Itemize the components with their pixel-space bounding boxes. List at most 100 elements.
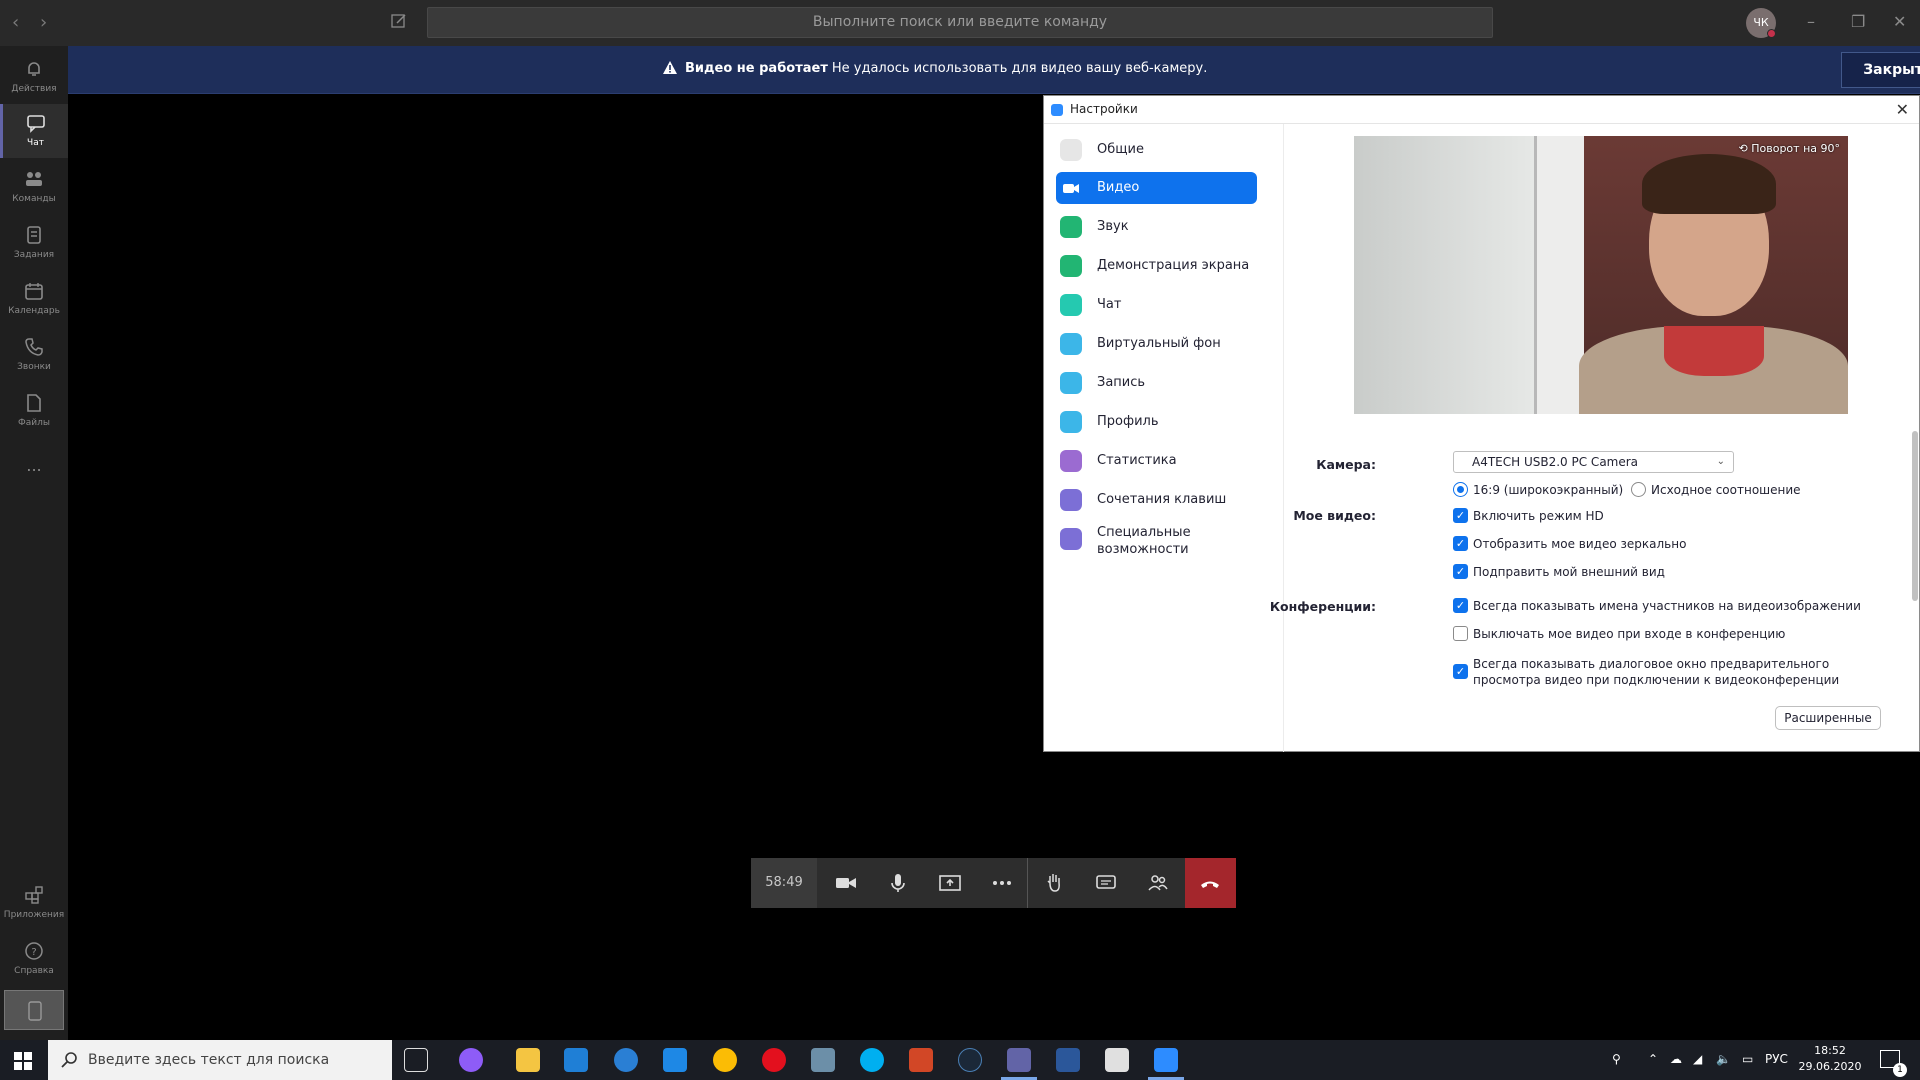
volume-icon[interactable]: 🔈 bbox=[1716, 1052, 1731, 1066]
forward-arrow-icon[interactable]: › bbox=[40, 12, 47, 33]
hang-up-button[interactable] bbox=[1185, 858, 1236, 908]
taskbar-search-placeholder: Введите здесь текст для поиска bbox=[88, 1052, 330, 1068]
advanced-button[interactable]: Расширенные bbox=[1775, 706, 1881, 730]
rail-label: Звонки bbox=[17, 362, 51, 372]
settings-menu-general[interactable]: Общие bbox=[1056, 134, 1257, 166]
rail-item-more[interactable]: ... bbox=[0, 446, 68, 500]
camera-toggle-button[interactable] bbox=[821, 858, 871, 908]
input-language[interactable]: РУС bbox=[1765, 1052, 1788, 1066]
clock-date: 29.06.2020 bbox=[1798, 1060, 1862, 1073]
rail-item-calls[interactable]: Звонки bbox=[0, 328, 68, 382]
show-chat-button[interactable] bbox=[1081, 858, 1131, 908]
settings-menu-keyboard-shortcuts[interactable]: Сочетания клавиш bbox=[1056, 484, 1257, 516]
teams-taskbar-icon[interactable] bbox=[1007, 1048, 1031, 1072]
word-icon[interactable] bbox=[1056, 1048, 1080, 1072]
settings-menu-virtual-background[interactable]: Виртуальный фон bbox=[1056, 328, 1257, 360]
video-camera-icon bbox=[1063, 184, 1079, 193]
rail-item-apps[interactable]: Приложения bbox=[0, 876, 68, 930]
rail-item-assignments[interactable]: Задания bbox=[0, 216, 68, 270]
minimize-icon[interactable]: – bbox=[1807, 12, 1815, 31]
powerpoint-icon[interactable] bbox=[909, 1048, 933, 1072]
settings-window-title: Настройки bbox=[1070, 102, 1138, 116]
calculator-icon[interactable] bbox=[1105, 1048, 1129, 1072]
rail-item-chat[interactable]: Чат bbox=[0, 104, 68, 158]
menu-label: Сочетания клавиш bbox=[1097, 492, 1227, 507]
settings-menu-recording[interactable]: Запись bbox=[1056, 367, 1257, 399]
raise-hand-button[interactable] bbox=[1029, 858, 1079, 908]
menu-label: Профиль bbox=[1097, 414, 1159, 429]
accessibility-icon bbox=[1060, 528, 1082, 550]
settings-menu-video[interactable]: Видео bbox=[1056, 172, 1257, 204]
maximize-icon[interactable]: ❐ bbox=[1851, 12, 1865, 31]
battery-icon[interactable]: ▭ bbox=[1742, 1052, 1753, 1066]
skype-icon[interactable] bbox=[860, 1048, 884, 1072]
video-preview-checkbox[interactable]: ✓ bbox=[1453, 664, 1468, 679]
ratio-original-radio[interactable] bbox=[1631, 482, 1646, 497]
calendar-icon bbox=[25, 283, 43, 300]
alice-assistant-icon[interactable] bbox=[459, 1048, 483, 1072]
share-screen-button[interactable] bbox=[925, 858, 975, 908]
steam-client-icon[interactable] bbox=[958, 1048, 982, 1072]
camera-select[interactable]: A4TECH USB2.0 PC Camera ⌄ bbox=[1453, 451, 1734, 473]
taskbar-clock[interactable]: 18:52 29.06.2020 bbox=[1796, 1043, 1864, 1075]
settings-menu-chat[interactable]: Чат bbox=[1056, 289, 1257, 321]
chrome-icon[interactable] bbox=[713, 1048, 737, 1072]
gear-icon bbox=[1060, 139, 1082, 161]
more-actions-button[interactable] bbox=[977, 858, 1027, 908]
file-explorer-icon[interactable] bbox=[516, 1048, 540, 1072]
rail-item-files[interactable]: Файлы bbox=[0, 384, 68, 438]
touchup-label: Подправить мой внешний вид bbox=[1473, 565, 1665, 579]
video-error-banner: Видео не работает Не удалось использовать… bbox=[68, 46, 1920, 94]
turn-off-video-checkbox[interactable] bbox=[1453, 626, 1468, 641]
files-icon bbox=[27, 394, 41, 412]
network-icon[interactable]: ◢ bbox=[1693, 1052, 1702, 1066]
zoom-taskbar-icon[interactable] bbox=[1154, 1048, 1178, 1072]
rail-item-teams[interactable]: Команды bbox=[0, 160, 68, 214]
show-names-checkbox[interactable]: ✓ bbox=[1453, 598, 1468, 613]
rail-item-calendar[interactable]: Календарь bbox=[0, 272, 68, 326]
mic-toggle-button[interactable] bbox=[873, 858, 923, 908]
rail-item-help[interactable]: ? Справка bbox=[0, 932, 68, 986]
microsoft-store-icon[interactable] bbox=[564, 1048, 588, 1072]
onedrive-icon[interactable]: ☁ bbox=[1670, 1052, 1682, 1066]
ratio-widescreen-label: 16:9 (широкоэкранный) bbox=[1473, 483, 1624, 497]
hd-checkbox[interactable]: ✓ bbox=[1453, 508, 1468, 523]
rotate-90-button[interactable]: ⟲ Поворот на 90° bbox=[1739, 142, 1840, 155]
close-settings-icon[interactable]: ✕ bbox=[1896, 100, 1909, 119]
opera-icon[interactable] bbox=[762, 1048, 786, 1072]
steam-icon[interactable] bbox=[614, 1048, 638, 1072]
mirror-checkbox[interactable]: ✓ bbox=[1453, 536, 1468, 551]
mail-icon[interactable] bbox=[663, 1048, 687, 1072]
settings-menu-share-screen[interactable]: Демонстрация экрана bbox=[1056, 250, 1257, 282]
settings-menu-statistics[interactable]: Статистика bbox=[1056, 445, 1257, 477]
share-screen-icon bbox=[1060, 255, 1082, 277]
compose-icon[interactable] bbox=[390, 12, 408, 30]
ratio-widescreen-radio[interactable] bbox=[1453, 482, 1468, 497]
banner-title: Видео не работает bbox=[685, 61, 828, 76]
back-arrow-icon[interactable]: ‹ bbox=[12, 12, 19, 33]
settings-scrollbar[interactable] bbox=[1912, 431, 1918, 601]
task-view-icon[interactable] bbox=[404, 1048, 428, 1072]
menu-label: Общие bbox=[1097, 142, 1144, 157]
command-search-box[interactable]: Выполните поиск или введите команду bbox=[427, 7, 1493, 38]
rail-label: Календарь bbox=[8, 306, 60, 316]
settings-menu-accessibility[interactable]: Специальные возможности bbox=[1056, 523, 1257, 559]
touchup-checkbox[interactable]: ✓ bbox=[1453, 564, 1468, 579]
people-icon[interactable]: ⚲ bbox=[1612, 1052, 1621, 1066]
settings-menu-profile[interactable]: Профиль bbox=[1056, 406, 1257, 438]
banner-text: Не удалось использовать для видео вашу в… bbox=[831, 61, 1208, 76]
taskbar-search-box[interactable]: Введите здесь текст для поиска bbox=[48, 1040, 392, 1080]
paint-icon[interactable] bbox=[811, 1048, 835, 1072]
preview-door bbox=[1534, 136, 1584, 414]
banner-close-button[interactable]: Закрыть bbox=[1841, 52, 1920, 88]
show-participants-button[interactable] bbox=[1133, 858, 1183, 908]
start-button[interactable] bbox=[0, 1040, 46, 1080]
menu-label: Демонстрация экрана bbox=[1097, 258, 1250, 273]
raise-hand-icon bbox=[1047, 874, 1060, 892]
device-status-button[interactable] bbox=[4, 990, 64, 1030]
device-icon bbox=[28, 1001, 42, 1021]
settings-menu-audio[interactable]: Звук bbox=[1056, 211, 1257, 243]
close-window-icon[interactable]: ✕ bbox=[1893, 12, 1906, 31]
tray-expand-icon[interactable]: ⌃ bbox=[1648, 1052, 1658, 1066]
rail-item-activity[interactable]: Действия bbox=[0, 50, 68, 104]
